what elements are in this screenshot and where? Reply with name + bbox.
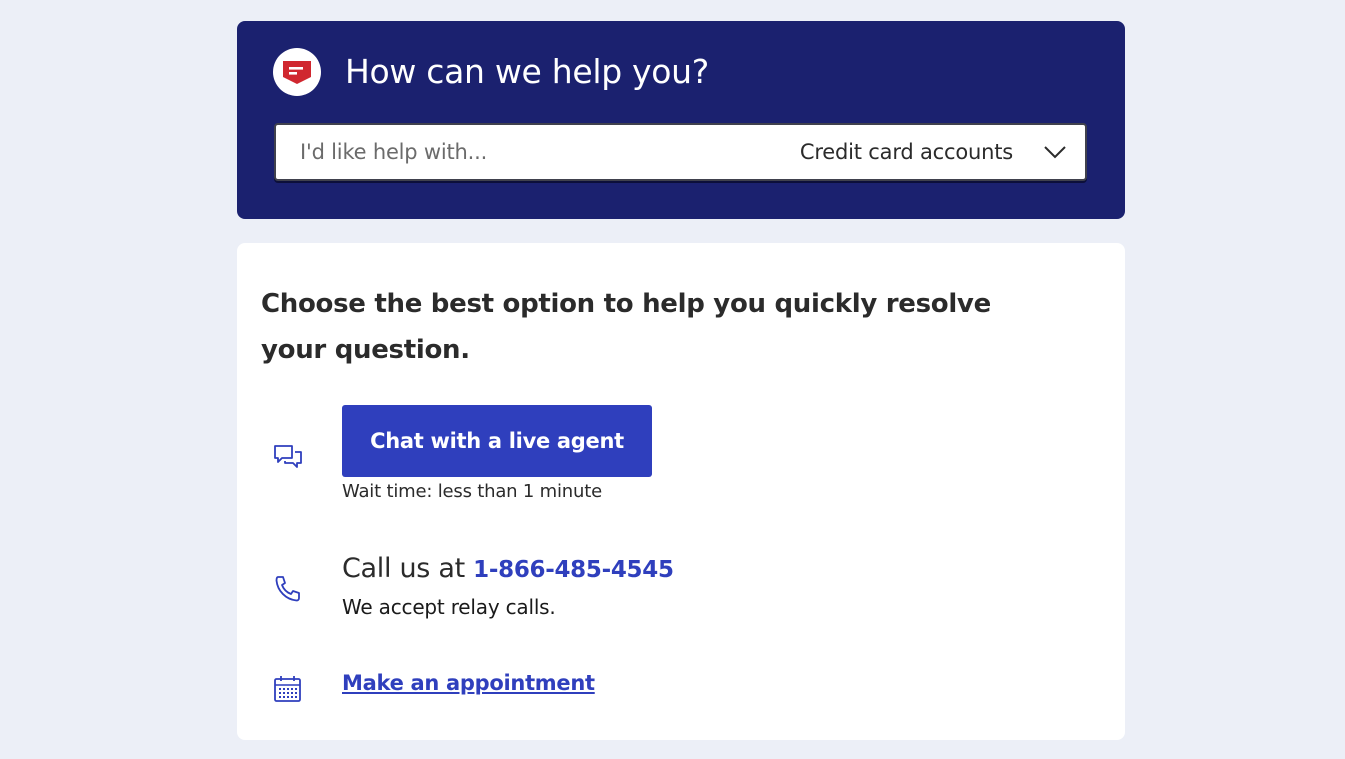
phone-number-link[interactable]: 1-866-485-4545 [473,557,674,583]
help-title: How can we help you? [345,52,710,91]
relay-calls-note: We accept relay calls. [342,595,556,619]
chat-bubbles-icon [273,443,303,477]
make-appointment-link[interactable]: Make an appointment [342,671,595,695]
select-placeholder: I'd like help with... [300,140,488,164]
chat-wait-time: Wait time: less than 1 minute [342,481,602,502]
chevron-down-icon[interactable] [1043,144,1067,164]
call-us-line: Call us at 1-866-485-4545 [342,553,674,584]
chat-live-agent-button[interactable]: Chat with a live agent [342,405,652,477]
logo-icon [273,48,321,96]
calendar-icon [273,675,303,707]
help-container: How can we help you? I'd like help with.… [237,21,1125,740]
contact-options-card: Choose the best option to help you quick… [237,243,1125,740]
call-us-prefix: Call us at [342,553,474,584]
phone-icon [273,574,303,608]
help-topic-select[interactable]: I'd like help with... Credit card accoun… [274,123,1087,181]
select-value: Credit card accounts [799,140,1013,164]
help-header-card: How can we help you? I'd like help with.… [237,21,1125,219]
options-heading: Choose the best option to help you quick… [261,289,991,365]
